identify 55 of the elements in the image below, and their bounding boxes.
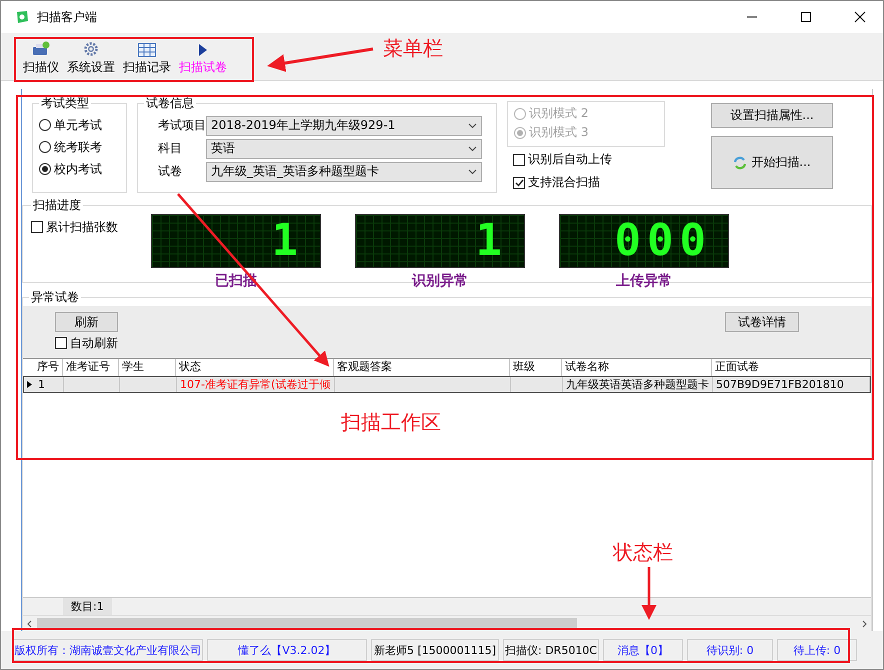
dropdown-field[interactable]: 英语 — [206, 138, 482, 158]
refresh-button[interactable]: 刷新 — [55, 312, 118, 332]
status-item: 消息【0】 — [603, 639, 683, 661]
radio-option[interactable]: 单元考试 — [39, 114, 120, 136]
field-label: 科目 — [157, 140, 183, 157]
window-title: 扫描客户端 — [37, 8, 98, 26]
toolbar-item[interactable]: 扫描仪 — [23, 41, 59, 76]
chevron-down-icon — [468, 168, 477, 174]
toolbar-item[interactable]: 扫描记录 — [123, 43, 171, 76]
group-title: 异常试卷 — [30, 289, 80, 306]
dropdown-field[interactable]: 2018-2019年上学期九年级929-1 — [206, 116, 482, 136]
group-title: 考试类型 — [40, 95, 90, 112]
annotation-arrow — [642, 567, 656, 620]
table-icon — [138, 43, 156, 57]
chevron-down-icon — [468, 122, 477, 128]
dropdown-field[interactable]: 九年级_英语_英语多种题型题卡 — [206, 162, 482, 182]
annotation-label: 菜单栏 — [383, 35, 443, 62]
settings-icon — [83, 41, 99, 57]
details-button[interactable]: 试卷详情 — [725, 312, 799, 332]
counter-label: 识别异常 — [412, 272, 468, 290]
play-icon — [198, 43, 208, 57]
toolbar-item[interactable]: 系统设置 — [67, 41, 115, 76]
action-button[interactable]: 开始扫描... — [711, 136, 833, 189]
counter-value: 000 — [614, 219, 712, 263]
annotation-label: 状态栏 — [613, 539, 673, 566]
table-cell: 1 — [35, 377, 64, 392]
group-title: 扫描进度 — [32, 197, 82, 214]
radio-option[interactable]: 统考联考 — [39, 136, 120, 158]
checkbox-option[interactable]: 识别后自动上传 — [507, 149, 683, 170]
field-label: 试卷 — [157, 163, 183, 180]
checkbox-option[interactable]: 累计扫描张数 — [31, 216, 127, 238]
table-row[interactable]: 1 107-准考证有异常(试卷过于倾 九年级英语英语多种题型题卡 507B9D9E71FB201810 — [23, 376, 871, 393]
table-cell: 507B9D9E71FB201810 — [713, 377, 870, 392]
status-item: 待上传: 0 — [777, 639, 857, 661]
refresh-icon — [733, 156, 748, 170]
table-cell: 107-准考证有异常(试卷过于倾 — [177, 377, 335, 392]
status-item: 懂了么【V3.2.02】 — [207, 639, 367, 661]
checkbox-option[interactable]: 自动刷新 — [55, 334, 118, 352]
action-button[interactable]: 设置扫描属性... — [711, 103, 833, 128]
status-item: 扫描仪: DR5010C — [503, 639, 599, 661]
counter-label: 上传异常 — [616, 272, 672, 290]
checkbox-option[interactable]: 支持混合扫描 — [507, 172, 683, 193]
scanner-icon — [32, 41, 50, 57]
counter-value: 1 — [476, 219, 508, 263]
app-logo-icon — [15, 10, 29, 24]
annotation-label: 扫描工作区 — [341, 409, 441, 436]
group-title: 试卷信息 — [145, 95, 195, 112]
chevron-down-icon — [468, 146, 477, 152]
status-item: 新老师5 [1500001115] — [371, 639, 499, 661]
row-count: 数目:1 — [63, 598, 112, 615]
table-cell: 九年级英语英语多种题型题卡 — [563, 377, 713, 392]
status-item: 待识别: 0 — [687, 639, 773, 661]
status-item: 版权所有：湖南诚壹文化产业有限公司 — [13, 639, 203, 661]
radio-option[interactable]: 校内考试 — [39, 158, 120, 180]
counter-value: 1 — [272, 219, 304, 263]
